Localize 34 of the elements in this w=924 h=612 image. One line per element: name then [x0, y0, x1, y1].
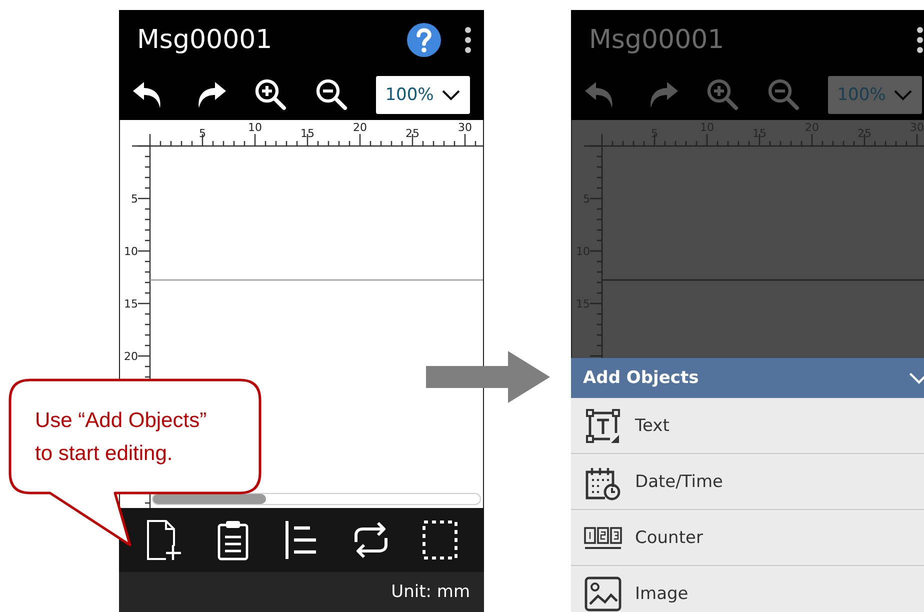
message-title: Msg00001: [137, 25, 274, 55]
ruler-label: 10: [124, 245, 138, 258]
ruler-label: 30: [458, 121, 472, 134]
panel-title: Add Objects: [583, 368, 700, 388]
panel-header[interactable]: Add Objects: [571, 358, 924, 398]
ruler-label: 10: [248, 121, 262, 134]
dashed-selection-icon[interactable]: [420, 518, 460, 562]
ruler-label: 5: [199, 127, 206, 140]
zoom-in-icon[interactable]: [253, 77, 289, 113]
menu-item-label: Image: [635, 584, 688, 604]
more-menu-icon[interactable]: [916, 26, 924, 54]
ruler-label: 20: [353, 121, 367, 134]
unit-label: Unit: mm: [391, 582, 470, 602]
zoom-dropdown[interactable]: 100%: [376, 76, 470, 114]
menu-item[interactable]: Image: [571, 566, 924, 612]
chevron-down-icon: [892, 89, 913, 101]
ruler-label: 5: [131, 192, 138, 206]
help-icon[interactable]: [406, 22, 442, 58]
menu-item[interactable]: Counter: [571, 510, 924, 566]
more-menu-icon[interactable]: [464, 26, 472, 54]
ruler-label: 20: [124, 350, 138, 363]
ruler-label: 15: [124, 298, 138, 310]
horizontal-scrollbar[interactable]: [152, 493, 481, 505]
message-title: Msg00001: [589, 25, 726, 55]
menu-item-label: Text: [635, 416, 670, 436]
menu-item-label: Date/Time: [635, 472, 723, 492]
menu-item-label: Counter: [635, 528, 703, 548]
menu-item[interactable]: Text: [571, 398, 924, 454]
chevron-down-icon: [440, 89, 461, 101]
menu-item[interactable]: Date/Time: [571, 454, 924, 510]
chevron-down-icon[interactable]: [908, 371, 924, 385]
ruler-label: 25: [406, 127, 420, 140]
zoom-out-icon[interactable]: [314, 77, 350, 113]
ruler-label: 15: [300, 127, 314, 140]
